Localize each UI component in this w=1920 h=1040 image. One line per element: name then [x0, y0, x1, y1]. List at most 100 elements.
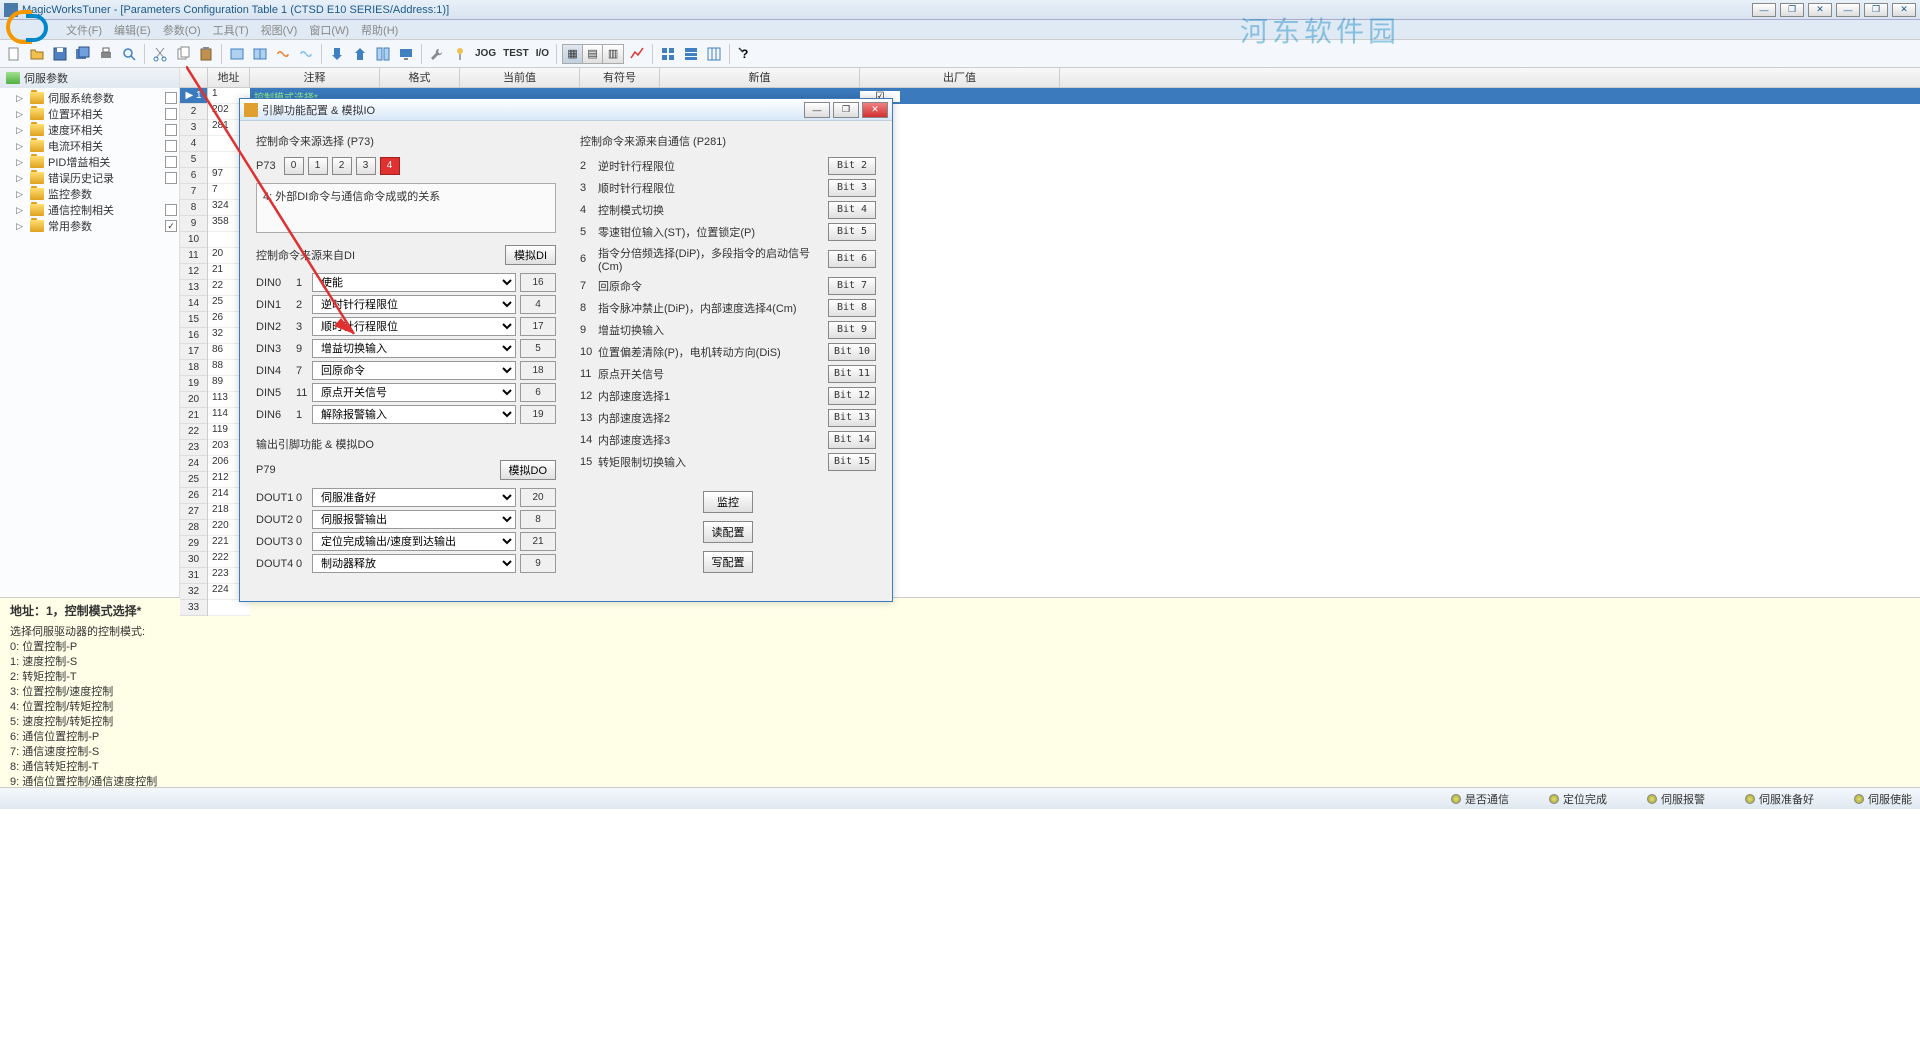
- io-button[interactable]: I/O: [534, 48, 551, 59]
- close-button[interactable]: ✕: [1808, 3, 1832, 17]
- menu-window[interactable]: 窗口(W): [303, 22, 355, 38]
- upload-icon[interactable]: [350, 44, 370, 64]
- row-number[interactable]: 13: [180, 280, 207, 296]
- row-number[interactable]: 28: [180, 520, 207, 536]
- bit-button[interactable]: Bit 4: [828, 201, 876, 219]
- tree-checkbox[interactable]: [165, 92, 177, 104]
- din-select[interactable]: 顺时针行程限位: [312, 317, 516, 336]
- row-number[interactable]: 21: [180, 408, 207, 424]
- row-number[interactable]: 32: [180, 584, 207, 600]
- dout-select[interactable]: 伺服准备好: [312, 488, 516, 507]
- grid1-icon[interactable]: [658, 44, 678, 64]
- din-select[interactable]: 使能: [312, 273, 516, 292]
- expand-icon[interactable]: ▷: [16, 93, 26, 104]
- row-number[interactable]: 23: [180, 440, 207, 456]
- test-button[interactable]: TEST: [501, 48, 531, 59]
- expand-icon[interactable]: ▷: [16, 125, 26, 136]
- help-icon[interactable]: ?: [735, 44, 755, 64]
- mock-do-button[interactable]: 模拟DO: [500, 460, 557, 480]
- cut-icon[interactable]: [150, 44, 170, 64]
- menu-view[interactable]: 视图(V): [255, 22, 304, 38]
- save-all-icon[interactable]: [73, 44, 93, 64]
- tree-checkbox[interactable]: [165, 204, 177, 216]
- connect-icon[interactable]: [273, 44, 293, 64]
- wrench-icon[interactable]: [427, 44, 447, 64]
- compare-icon[interactable]: [373, 44, 393, 64]
- row-number[interactable]: 14: [180, 296, 207, 312]
- expand-icon[interactable]: ▷: [16, 189, 26, 200]
- tree-checkbox[interactable]: [165, 172, 177, 184]
- print-icon[interactable]: [96, 44, 116, 64]
- dialog-close-button[interactable]: ✕: [862, 102, 888, 118]
- col-comment[interactable]: 注释: [250, 68, 380, 87]
- row-number[interactable]: 19: [180, 376, 207, 392]
- tree-checkbox[interactable]: [165, 108, 177, 120]
- download-icon[interactable]: [327, 44, 347, 64]
- mdi-close-button[interactable]: ✕: [1892, 3, 1916, 17]
- row-number[interactable]: 7: [180, 184, 207, 200]
- bit-button[interactable]: Bit 8: [828, 299, 876, 317]
- row-number[interactable]: 4: [180, 136, 207, 152]
- menu-tool[interactable]: 工具(T): [207, 22, 255, 38]
- row-number[interactable]: ▶ 1: [180, 88, 207, 104]
- menu-help[interactable]: 帮助(H): [355, 22, 404, 38]
- p73-btn-1[interactable]: 1: [308, 157, 328, 175]
- col-address[interactable]: 地址: [208, 68, 250, 87]
- row-number[interactable]: 17: [180, 344, 207, 360]
- view-toggle-3[interactable]: ▥: [603, 45, 623, 63]
- chart-icon[interactable]: [627, 44, 647, 64]
- tree-item-3[interactable]: ▷ 电流环相关: [2, 138, 177, 154]
- row-number[interactable]: 20: [180, 392, 207, 408]
- row-number[interactable]: 2: [180, 104, 207, 120]
- bit-button[interactable]: Bit 5: [828, 223, 876, 241]
- pin-icon[interactable]: [450, 44, 470, 64]
- row-number[interactable]: 26: [180, 488, 207, 504]
- row-number[interactable]: 11: [180, 248, 207, 264]
- dout-select[interactable]: 定位完成输出/速度到达输出: [312, 532, 516, 551]
- tree-item-1[interactable]: ▷ 位置环相关: [2, 106, 177, 122]
- row-number[interactable]: 24: [180, 456, 207, 472]
- bit-button[interactable]: Bit 10: [828, 343, 876, 361]
- dialog-maximize-button[interactable]: ❐: [833, 102, 859, 118]
- row-number[interactable]: 9: [180, 216, 207, 232]
- dout-select[interactable]: 制动器释放: [312, 554, 516, 573]
- expand-icon[interactable]: ▷: [16, 173, 26, 184]
- row-number[interactable]: 18: [180, 360, 207, 376]
- mdi-minimize-button[interactable]: —: [1836, 3, 1860, 17]
- write-config-button[interactable]: 写配置: [703, 551, 753, 573]
- bit-button[interactable]: Bit 14: [828, 431, 876, 449]
- window2-icon[interactable]: [250, 44, 270, 64]
- p73-btn-3[interactable]: 3: [356, 157, 376, 175]
- window1-icon[interactable]: [227, 44, 247, 64]
- tree-checkbox[interactable]: [165, 124, 177, 136]
- p73-btn-0[interactable]: 0: [284, 157, 304, 175]
- din-select[interactable]: 回原命令: [312, 361, 516, 380]
- jog-button[interactable]: JOG: [473, 48, 498, 59]
- row-number[interactable]: 15: [180, 312, 207, 328]
- menu-file[interactable]: 文件(F): [60, 22, 108, 38]
- tree-checkbox[interactable]: ✓: [165, 220, 177, 232]
- view-toggle-2[interactable]: ▤: [583, 45, 603, 63]
- menu-edit[interactable]: 编辑(E): [108, 22, 157, 38]
- row-number[interactable]: 12: [180, 264, 207, 280]
- paste-icon[interactable]: [196, 44, 216, 64]
- row-number[interactable]: 29: [180, 536, 207, 552]
- dout-select[interactable]: 伺服报警输出: [312, 510, 516, 529]
- tree-item-0[interactable]: ▷ 伺服系统参数: [2, 90, 177, 106]
- row-number[interactable]: 25: [180, 472, 207, 488]
- view-toggle-1[interactable]: ▦: [563, 45, 583, 63]
- read-config-button[interactable]: 读配置: [703, 521, 753, 543]
- row-number[interactable]: 30: [180, 552, 207, 568]
- disconnect-icon[interactable]: [296, 44, 316, 64]
- bit-button[interactable]: Bit 7: [828, 277, 876, 295]
- tree-item-4[interactable]: ▷ PID增益相关: [2, 154, 177, 170]
- tree-item-2[interactable]: ▷ 速度环相关: [2, 122, 177, 138]
- col-format[interactable]: 格式: [380, 68, 460, 87]
- col-signed[interactable]: 有符号: [580, 68, 660, 87]
- expand-icon[interactable]: ▷: [16, 109, 26, 120]
- tree-item-7[interactable]: ▷ 通信控制相关: [2, 202, 177, 218]
- din-select[interactable]: 解除报警输入: [312, 405, 516, 424]
- bit-button[interactable]: Bit 13: [828, 409, 876, 427]
- row-number[interactable]: 22: [180, 424, 207, 440]
- tree-item-8[interactable]: ▷ 常用参数 ✓: [2, 218, 177, 234]
